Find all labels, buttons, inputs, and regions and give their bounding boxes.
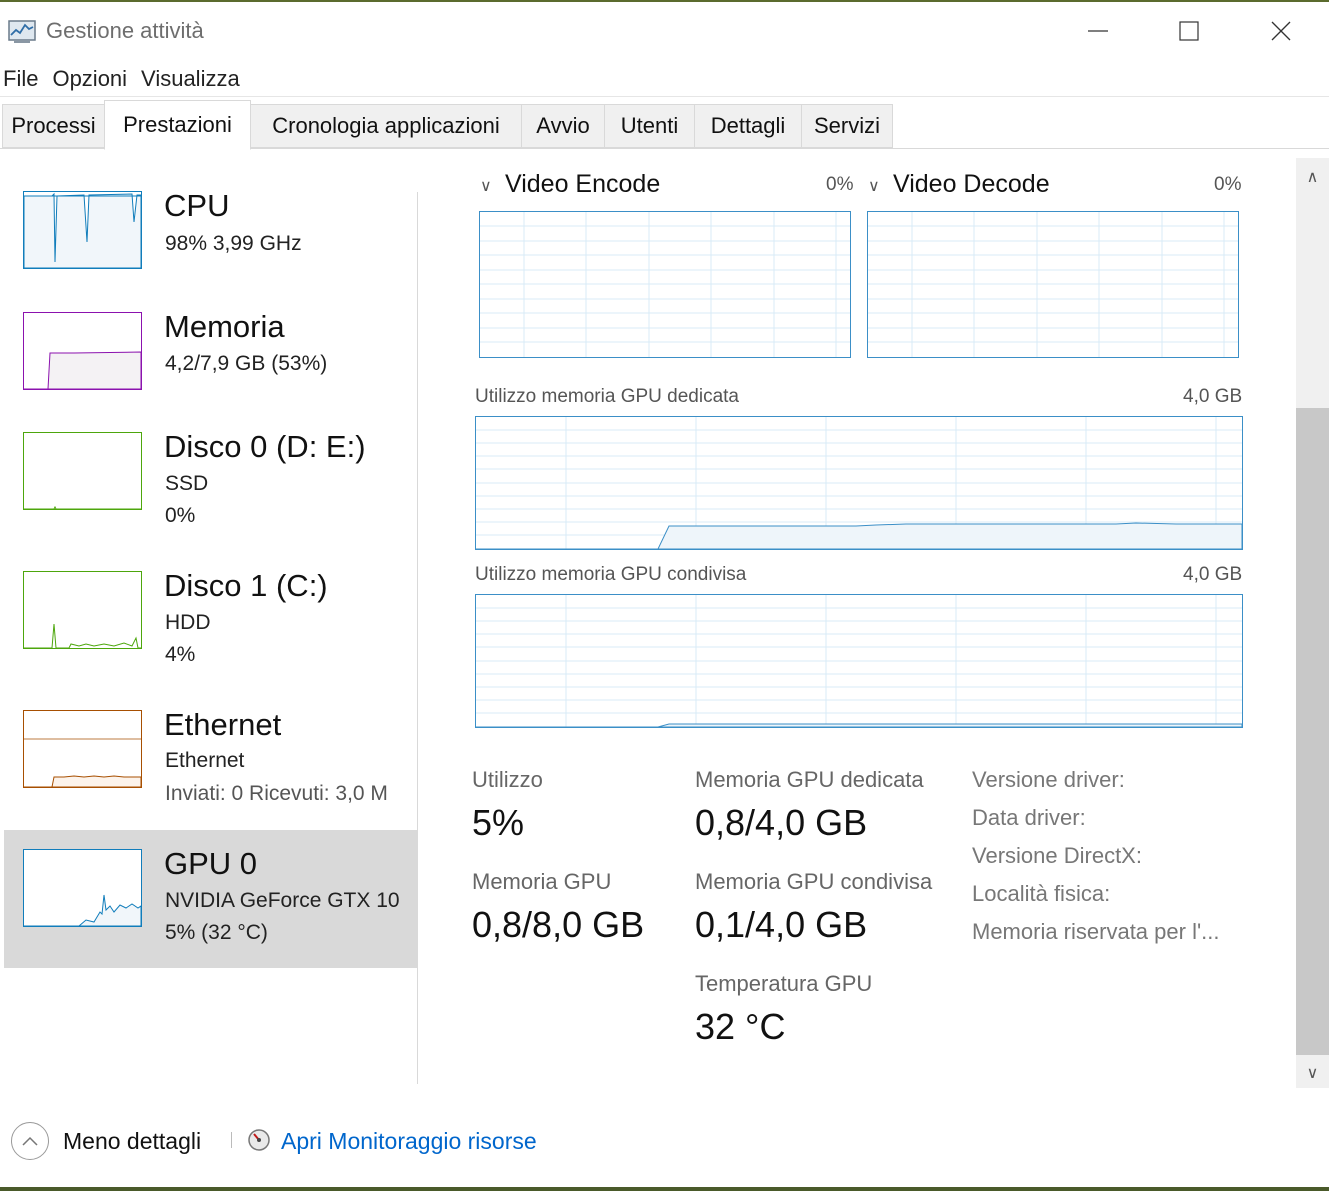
ethernet-traffic: Inviati: 0 Ricevuti: 3,0 M: [165, 782, 388, 805]
tab-servizi[interactable]: Servizi: [801, 104, 893, 148]
menu-bar: File Opzioni Visualizza: [3, 66, 240, 92]
close-icon: [1271, 21, 1291, 41]
dedicated-memory-graph: [475, 416, 1243, 550]
ethernet-thumbnail-graph: [23, 710, 142, 788]
disk1-type: HDD: [165, 611, 211, 634]
gpu-temperature-label: Temperatura GPU: [695, 971, 873, 996]
menu-options[interactable]: Opzioni: [52, 66, 127, 92]
shared-memory-graph: [475, 594, 1243, 728]
window-top-border: [0, 0, 1329, 2]
utilization-value: 5%: [472, 802, 525, 843]
less-details-button[interactable]: Meno dettagli: [63, 1128, 201, 1155]
minimize-icon: [1088, 30, 1108, 32]
gpu-usage: 5% (32 °C): [165, 921, 268, 944]
gpu-temperature-value: 32 °C: [695, 1006, 786, 1047]
shared-memory-value: 0,1/4,0 GB: [695, 904, 868, 945]
dedicated-memory-label: Memoria GPU dedicata: [695, 767, 924, 792]
gpu-thumbnail-graph: [23, 849, 142, 927]
video-encode-title: Video Encode: [505, 170, 661, 198]
disk1-name: Disco 1 (C:): [164, 568, 328, 603]
ethernet-sub: Ethernet: [165, 749, 245, 772]
device-memory[interactable]: Memoria 4,2/7,9 GB (53%): [4, 295, 417, 433]
tab-dettagli[interactable]: Dettagli: [694, 104, 802, 148]
disk1-usage: 4%: [165, 643, 196, 666]
memory-thumbnail-graph: [23, 312, 142, 390]
utilization-label: Utilizzo: [472, 767, 543, 792]
cpu-thumbnail-graph: [23, 191, 142, 269]
close-button[interactable]: [1258, 12, 1304, 50]
video-decode-title: Video Decode: [893, 170, 1050, 198]
resource-monitor-icon: [247, 1128, 271, 1152]
memory-name: Memoria: [164, 309, 285, 344]
tab-processi[interactable]: Processi: [2, 104, 105, 148]
shared-memory-graph-label: Utilizzo memoria GPU condivisa: [475, 564, 747, 585]
open-resource-monitor-link[interactable]: Apri Monitoraggio risorse: [281, 1128, 537, 1155]
tab-prestazioni[interactable]: Prestazioni: [104, 100, 251, 150]
tab-utenti[interactable]: Utenti: [604, 104, 695, 148]
menu-file[interactable]: File: [3, 66, 38, 92]
tab-avvio[interactable]: Avvio: [521, 104, 605, 148]
gpu-memory-label: Memoria GPU: [472, 869, 612, 894]
dedicated-memory-graph-label: Utilizzo memoria GPU dedicata: [475, 386, 739, 407]
menu-view[interactable]: Visualizza: [141, 66, 240, 92]
video-encode-graph: [479, 211, 851, 358]
cpu-name: CPU: [164, 188, 230, 223]
directx-version-label: Versione DirectX:: [972, 843, 1142, 868]
task-manager-icon: [8, 18, 38, 44]
window-bottom-border: [0, 1187, 1329, 1191]
dedicated-memory-value: 0,8/4,0 GB: [695, 802, 868, 843]
chevron-up-circle-icon[interactable]: [11, 1122, 49, 1160]
memory-detail: 4,2/7,9 GB (53%): [165, 352, 328, 375]
left-panel-divider: [417, 192, 418, 1084]
maximize-icon: [1179, 21, 1199, 41]
physical-location-label: Località fisica:: [972, 881, 1111, 906]
driver-version-label: Versione driver:: [972, 767, 1125, 792]
disk0-thumbnail-graph: [23, 432, 142, 510]
reserved-memory-label: Memoria riservata per l'...: [972, 919, 1220, 944]
shared-memory-graph-max: 4,0 GB: [1183, 564, 1243, 585]
device-disk1[interactable]: Disco 1 (C:) HDD 4%: [4, 554, 417, 692]
shared-memory-label: Memoria GPU condivisa: [695, 869, 933, 894]
ethernet-name: Ethernet: [164, 707, 282, 742]
video-encode-value: 0%: [826, 174, 854, 195]
video-encode-chevron-down-icon[interactable]: ∨: [480, 176, 492, 196]
maximize-button[interactable]: [1166, 12, 1212, 50]
disk0-name: Disco 0 (D: E:): [164, 429, 366, 464]
driver-date-label: Data driver:: [972, 805, 1086, 830]
window-title: Gestione attività: [46, 18, 204, 43]
gpu-name: GPU 0: [164, 846, 258, 881]
dedicated-memory-graph-max: 4,0 GB: [1183, 386, 1243, 407]
video-decode-graph: [867, 211, 1239, 358]
tab-cronologia-applicazioni[interactable]: Cronologia applicazioni: [250, 104, 522, 148]
video-decode-value: 0%: [1214, 174, 1242, 195]
scroll-up-arrow-icon[interactable]: ∧: [1296, 160, 1329, 194]
scroll-down-arrow-icon[interactable]: ∨: [1296, 1056, 1329, 1090]
device-ethernet[interactable]: Ethernet Ethernet Inviati: 0 Ricevuti: 3…: [4, 693, 417, 831]
device-cpu[interactable]: CPU 98% 3,99 GHz: [4, 174, 417, 312]
gpu-memory-value: 0,8/8,0 GB: [472, 904, 645, 945]
device-disk0[interactable]: Disco 0 (D: E:) SSD 0%: [4, 415, 417, 553]
device-gpu0[interactable]: GPU 0 NVIDIA GeForce GTX 10 5% (32 °C): [4, 830, 417, 968]
gpu-model: NVIDIA GeForce GTX 10: [165, 889, 400, 912]
menu-divider: [0, 96, 1329, 97]
disk0-type: SSD: [165, 472, 209, 495]
minimize-button[interactable]: [1075, 12, 1121, 50]
disk0-usage: 0%: [165, 504, 196, 527]
disk1-thumbnail-graph: [23, 571, 142, 649]
video-decode-chevron-down-icon[interactable]: ∨: [868, 176, 880, 196]
cpu-detail: 98% 3,99 GHz: [165, 232, 302, 255]
scrollbar-thumb[interactable]: [1296, 408, 1329, 1055]
footer-divider: [231, 1132, 232, 1148]
